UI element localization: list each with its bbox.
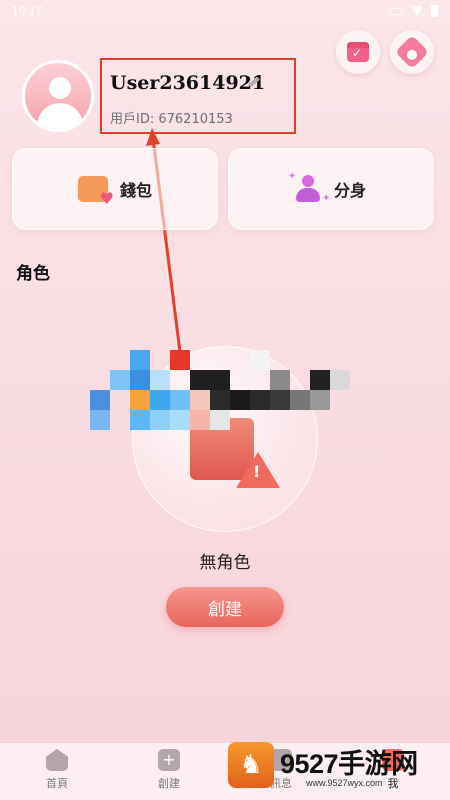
wifi-icon <box>411 6 423 16</box>
clone-button[interactable]: ✦ ✦ 分身 <box>228 148 434 230</box>
tab-home[interactable]: 首頁 <box>27 749 87 791</box>
calendar-check-button[interactable] <box>336 30 380 74</box>
empty-state-text: 無角色 <box>199 553 251 573</box>
wallet-icon <box>77 176 114 208</box>
sparkle-icon: ✦ <box>287 171 297 182</box>
clone-icon: ✦ ✦ <box>288 171 330 204</box>
tab-create-label: 創建 <box>158 777 180 790</box>
watermark: ♞ 9527手游网 www.9527wyx.com <box>228 740 450 796</box>
wallet-label: 錢包 <box>119 181 152 200</box>
settings-icon <box>395 35 429 69</box>
horse-logo-icon: ♞ <box>228 742 274 788</box>
clone-label: 分身 <box>333 181 366 200</box>
link-icon <box>389 7 403 15</box>
status-icons <box>389 5 438 17</box>
username: User23614921 <box>110 72 266 94</box>
status-time: 10:17 <box>12 4 43 18</box>
avatar-body <box>37 103 83 129</box>
home-icon <box>46 749 68 771</box>
roles-section-title: 角色 <box>16 264 50 284</box>
battery-icon <box>431 5 438 17</box>
status-bar: 10:17 <box>0 0 450 22</box>
warning-mark: ! <box>253 462 261 481</box>
tab-home-label: 首頁 <box>46 777 68 790</box>
avatar[interactable] <box>22 60 94 132</box>
profile-info-highlight: User23614921 用戶ID: 676210153 <box>100 58 296 134</box>
calendar-check-icon <box>347 42 369 62</box>
tab-create[interactable]: + 創建 <box>139 749 199 791</box>
user-id: 用戶ID: 676210153 <box>110 112 233 127</box>
avatar-head <box>49 77 71 99</box>
wallet-button[interactable]: 錢包 <box>12 148 218 230</box>
watermark-brand: 9527手游网 <box>280 749 418 779</box>
sparkle-icon: ✦ <box>321 193 331 204</box>
watermark-url: www.9527wyx.com <box>306 778 383 788</box>
settings-button[interactable] <box>390 30 434 74</box>
create-role-button[interactable]: 創建 <box>166 587 284 627</box>
plus-icon: + <box>158 749 180 771</box>
